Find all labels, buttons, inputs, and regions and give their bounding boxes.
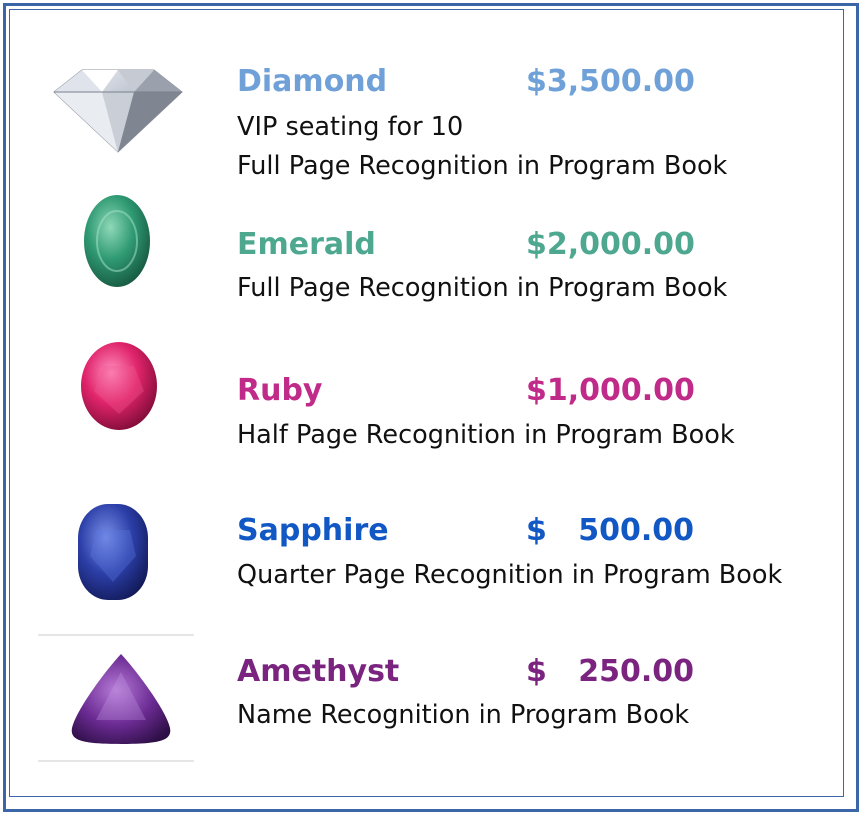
amethyst-icon <box>66 650 176 748</box>
tier-name: Ruby <box>237 373 323 408</box>
tier-price: $2,000.00 <box>526 227 695 262</box>
sapphire-icon <box>70 496 160 608</box>
tier-benefit: Name Recognition in Program Book <box>237 700 690 730</box>
tier-name: Emerald <box>237 227 376 262</box>
tier-benefit: Half Page Recognition in Program Book <box>237 420 735 450</box>
divider <box>38 634 194 636</box>
tier-name: Diamond <box>237 64 388 99</box>
tier-price: $1,000.00 <box>526 373 695 408</box>
emerald-icon <box>72 186 162 296</box>
divider <box>38 760 194 762</box>
tier-price: $ 250.00 <box>526 654 694 689</box>
tier-price: $ 500.00 <box>526 513 694 548</box>
tier-benefit: Full Page Recognition in Program Book <box>237 151 728 181</box>
ruby-icon <box>74 336 164 436</box>
tier-name: Sapphire <box>237 513 389 548</box>
tier-benefit: VIP seating for 10 <box>237 112 464 142</box>
tier-benefit: Quarter Page Recognition in Program Book <box>237 560 783 590</box>
diamond-icon <box>52 62 184 154</box>
tier-benefit: Full Page Recognition in Program Book <box>237 273 728 303</box>
tier-price: $3,500.00 <box>526 64 695 99</box>
tier-name: Amethyst <box>237 654 400 689</box>
